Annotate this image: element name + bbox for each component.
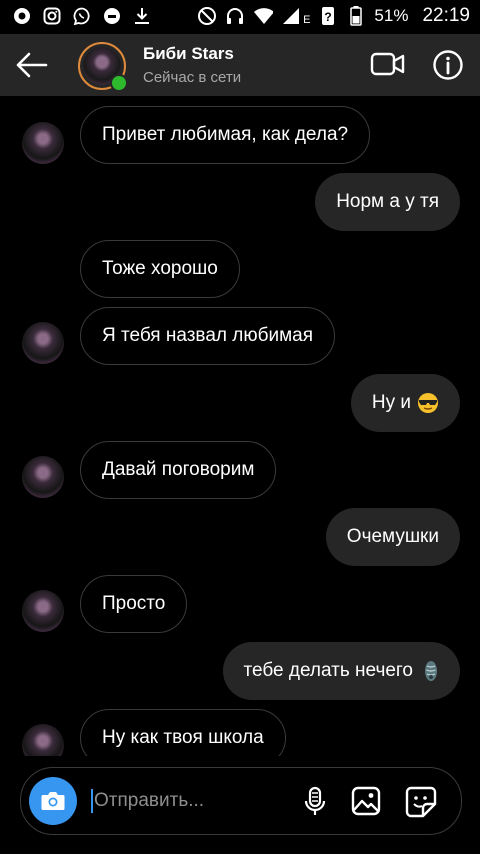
message-input[interactable]: Отправить... bbox=[91, 789, 204, 813]
info-icon bbox=[433, 50, 463, 80]
message-text: Привет любимая, как дела? bbox=[102, 124, 349, 145]
game-icon bbox=[102, 6, 122, 26]
sender-avatar[interactable] bbox=[22, 322, 64, 364]
image-icon bbox=[351, 786, 381, 816]
svg-text:?: ? bbox=[325, 10, 332, 24]
incoming-message[interactable]: Я тебя назвал любимая bbox=[80, 307, 335, 365]
download-icon bbox=[132, 6, 152, 26]
network-type: E bbox=[303, 14, 311, 26]
battery-percent: 51% bbox=[374, 6, 409, 25]
sunglasses-face-emoji bbox=[417, 392, 439, 414]
status-bar: E ? 51% 22:19 bbox=[0, 0, 480, 34]
chat-header: Биби Stars Сейчас в сети bbox=[0, 34, 480, 96]
sender-avatar[interactable] bbox=[22, 456, 64, 498]
sim-question-icon: ? bbox=[318, 6, 338, 26]
video-camera-icon bbox=[370, 52, 405, 76]
arrow-left-icon bbox=[16, 52, 48, 78]
message-composer: Отправить... bbox=[20, 767, 462, 835]
message-text: Норм а у тя bbox=[336, 191, 439, 212]
message-text: Очемушки bbox=[346, 526, 439, 547]
microphone-icon bbox=[304, 786, 326, 815]
sticker-button[interactable] bbox=[405, 786, 437, 818]
message-text: Давай поговорим bbox=[102, 459, 255, 480]
outgoing-message[interactable]: тебе делать нечего bbox=[222, 642, 460, 700]
record-icon bbox=[12, 6, 32, 26]
sender-avatar[interactable] bbox=[22, 590, 64, 632]
sticker-icon bbox=[405, 786, 437, 818]
outgoing-message[interactable]: Ну и bbox=[350, 374, 460, 432]
back-button[interactable] bbox=[12, 48, 52, 82]
online-indicator bbox=[110, 74, 128, 92]
incoming-message[interactable]: Давай поговорим bbox=[80, 441, 277, 499]
wifi-icon bbox=[253, 6, 274, 26]
instagram-icon bbox=[42, 6, 62, 26]
sender-avatar[interactable] bbox=[22, 122, 64, 164]
camera-button[interactable] bbox=[29, 777, 77, 825]
video-call-button[interactable] bbox=[370, 50, 406, 78]
clock: 22:19 bbox=[422, 5, 470, 26]
incoming-message[interactable]: Привет любимая, как дела? bbox=[80, 106, 371, 164]
message-text: Я тебя назвал любимая bbox=[102, 325, 313, 346]
message-text: Ну и bbox=[371, 392, 411, 413]
battery-icon bbox=[346, 6, 366, 26]
message-text: Просто bbox=[102, 593, 166, 614]
incoming-message[interactable]: Просто bbox=[80, 575, 188, 633]
message-text: Ну как твоя школа bbox=[102, 727, 264, 748]
do-not-disturb-icon bbox=[197, 6, 217, 26]
message-text: Тоже хорошо bbox=[102, 258, 218, 279]
gallery-button[interactable] bbox=[351, 786, 381, 816]
contact-avatar[interactable] bbox=[78, 42, 128, 92]
outgoing-message[interactable]: Очемушки bbox=[325, 508, 460, 566]
contact-name[interactable]: Биби Stars bbox=[143, 44, 234, 64]
incoming-message[interactable]: Тоже хорошо bbox=[80, 240, 240, 298]
voice-message-button[interactable] bbox=[303, 786, 327, 818]
outgoing-message[interactable]: Норм а у тя bbox=[315, 173, 460, 231]
signal-icon bbox=[281, 6, 301, 26]
message-text: тебе делать нечего bbox=[243, 660, 413, 681]
contact-status: Сейчас в сети bbox=[143, 69, 242, 86]
pupa-emoji bbox=[423, 660, 439, 682]
camera-icon bbox=[41, 792, 65, 810]
info-button[interactable] bbox=[432, 49, 464, 81]
headphones-icon bbox=[225, 6, 245, 26]
viber-icon bbox=[72, 6, 92, 26]
